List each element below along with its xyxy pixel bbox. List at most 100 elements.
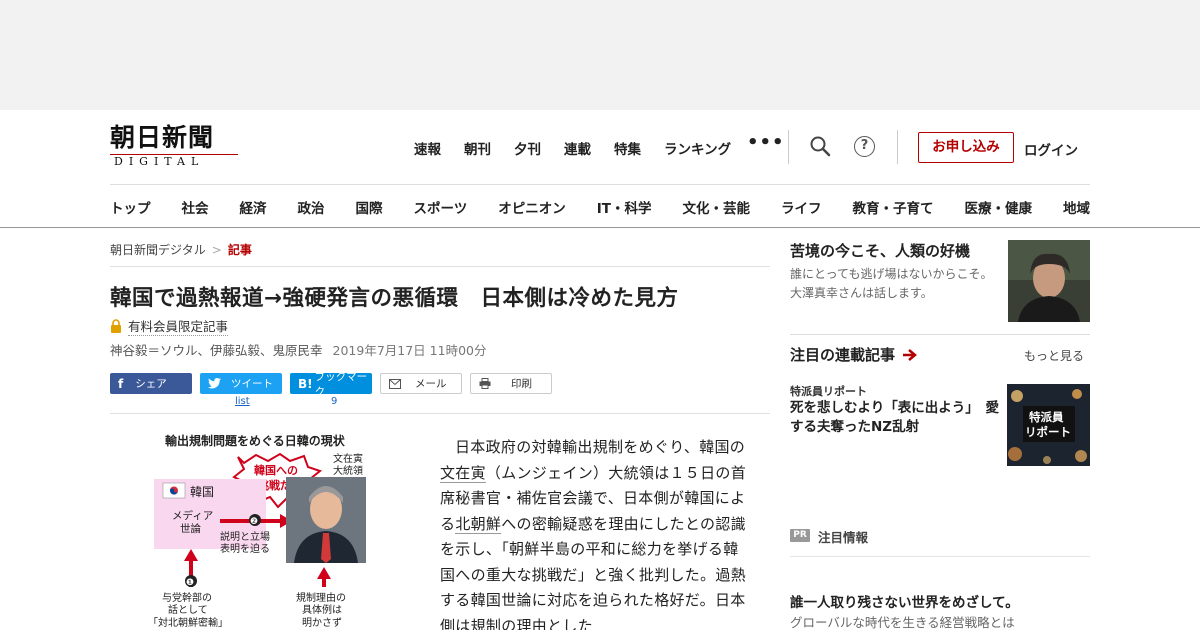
divider	[788, 130, 789, 164]
logo-title: 朝日新聞	[110, 123, 215, 152]
figure-speaker-name: 文在寅	[333, 452, 363, 465]
category-top[interactable]: トップ	[110, 197, 151, 217]
caption1-line3: 「対北朝鮮密輸」	[148, 616, 228, 629]
media-label-1: メディア	[172, 509, 213, 522]
hatena-bookmark-button[interactable]: B! ブックマーク	[290, 371, 372, 398]
divider	[110, 413, 770, 414]
site-header: 朝日新聞 DIGITAL 速報 朝刊 夕刊 連載 特集 ランキング ••• ? …	[0, 110, 1200, 228]
arrowhead-reason	[317, 567, 331, 579]
topnav-item-rensai[interactable]: 連載	[564, 138, 591, 158]
bubble-text-1: 韓国への	[254, 463, 298, 477]
mail-share-button[interactable]: メール	[380, 373, 462, 394]
divider	[790, 556, 1090, 557]
pr-badge: PR	[790, 529, 810, 542]
article-body: 日本政府の対韓輸出規制をめぐり、韓国の文在寅（ムンジェイン）大統領は１５日の首席…	[440, 435, 750, 630]
category-region[interactable]: 地域	[1063, 197, 1090, 217]
print-icon	[479, 378, 491, 389]
serial-section-heading[interactable]: 注目の連載記事	[790, 344, 918, 365]
facebook-share-label: シェア	[135, 378, 167, 390]
serial-tag: 特派員リポート	[790, 385, 867, 398]
category-politics[interactable]: 政治	[298, 197, 325, 217]
twitter-share-button[interactable]: ツイート	[200, 373, 282, 394]
serial-more-link[interactable]: もっと見る	[1024, 347, 1084, 364]
category-society[interactable]: 社会	[182, 197, 209, 217]
category-culture[interactable]: 文化・芸能	[682, 197, 750, 217]
mail-icon	[389, 378, 401, 389]
person-link-moon[interactable]: 文在寅	[440, 463, 486, 483]
facebook-share-button[interactable]: f シェア	[110, 373, 192, 394]
search-icon[interactable]	[809, 135, 831, 157]
site-logo[interactable]: 朝日新聞 DIGITAL	[110, 124, 240, 170]
media-label-2: 世論	[180, 522, 201, 535]
divider	[897, 130, 898, 164]
caption2-line1: 規制理由の	[296, 591, 346, 604]
hatena-bookmark-label: ブックマーク	[314, 370, 368, 398]
topnav-item-yukan[interactable]: 夕刊	[514, 138, 541, 158]
topnav-item-tokushu[interactable]: 特集	[614, 138, 641, 158]
serial-heading-label: 注目の連載記事	[790, 346, 896, 364]
twitter-count[interactable]: list	[235, 396, 250, 407]
hatena-count[interactable]: 9	[331, 396, 337, 407]
breadcrumb-home[interactable]: 朝日新聞デジタル	[110, 243, 206, 257]
lock-icon	[111, 319, 121, 333]
category-health[interactable]: 医療・健康	[964, 197, 1032, 217]
arrow-right-icon	[903, 349, 918, 361]
category-it-science[interactable]: IT・科学	[597, 197, 652, 217]
ad-banner-area	[0, 0, 1200, 110]
explain-label-2: 表明を迫る	[220, 542, 270, 555]
print-label: 印刷	[511, 378, 532, 390]
pr-article-title[interactable]: 誰一人取り残さない世界をめざして。	[790, 591, 1019, 611]
category-nav: トップ 社会 経済 政治 国際 スポーツ オピニオン IT・科学 文化・芸能 ラ…	[110, 197, 1090, 217]
article-date: 2019年7月17日 11時00分	[332, 343, 487, 358]
pr-article-description: グローバルな時代を生きる経営戦略とは	[790, 615, 1015, 630]
breadcrumb-separator: >	[211, 243, 222, 257]
serial-thumbnail[interactable]: 特派員 リポート	[1007, 384, 1090, 466]
step1-number: ❶	[186, 578, 194, 588]
members-only-badge[interactable]: 有料会員限定記事	[110, 316, 229, 336]
serial-article-title[interactable]: 死を悲しむより「表に出よう」 愛する夫奪ったNZ乱射	[790, 399, 1000, 437]
arrowhead-step1	[184, 549, 198, 561]
topnav-item-choukan[interactable]: 朝刊	[464, 138, 491, 158]
thumbnail-label-2: リポート	[1025, 425, 1071, 439]
caption2-line2: 具体例は	[302, 603, 342, 616]
category-opinion[interactable]: オピニオン	[498, 197, 566, 217]
subscribe-button[interactable]: お申し込み	[918, 132, 1014, 163]
logo-subtitle: DIGITAL	[110, 154, 238, 168]
article-infographic[interactable]: 輸出規制問題をめぐる日韓の現状 文在寅 大統領 韓国への 挑戦だ 韓国 メディア…	[110, 427, 420, 630]
thumbnail-label-1: 特派員	[1029, 410, 1064, 424]
breadcrumb-current[interactable]: 記事	[228, 243, 252, 257]
more-menu-icon[interactable]: •••	[747, 132, 785, 153]
category-education[interactable]: 教育・子育て	[852, 197, 933, 217]
topnav-item-sokuho[interactable]: 速報	[414, 138, 441, 158]
header-divider	[110, 184, 1090, 185]
help-icon[interactable]: ?	[854, 136, 875, 157]
body-text-1: 日本政府の対韓輸出規制をめぐり、韓国の	[455, 438, 746, 456]
category-economy[interactable]: 経済	[240, 197, 267, 217]
caption1-line2: 話として	[168, 603, 208, 616]
divider	[110, 266, 770, 267]
twitter-icon	[208, 378, 221, 389]
category-international[interactable]: 国際	[356, 197, 383, 217]
article-title: 韓国で過熱報道→強硬発言の悪循環 日本側は冷めた見方	[110, 286, 679, 311]
figure-speaker-title: 大統領	[333, 464, 363, 477]
hatena-bookmark-icon: B!	[298, 376, 313, 391]
caption1-line1: 与党幹部の	[162, 591, 212, 604]
article-authors: 神谷毅＝ソウル、伊藤弘毅、鬼原民幸	[110, 343, 323, 358]
category-sports[interactable]: スポーツ	[414, 197, 468, 217]
explain-label-1: 説明と立場	[220, 530, 270, 543]
korea-label: 韓国	[190, 485, 214, 499]
print-button[interactable]: 印刷	[470, 373, 552, 394]
breadcrumb: 朝日新聞デジタル > 記事	[110, 241, 252, 258]
feature-title[interactable]: 苦境の今こそ、人類の好機	[790, 240, 970, 261]
login-link[interactable]: ログイン	[1024, 139, 1078, 159]
pr-section-label: 注目情報	[818, 530, 869, 545]
category-life[interactable]: ライフ	[781, 197, 822, 217]
topnav-item-ranking[interactable]: ランキング	[664, 138, 731, 158]
byline: 神谷毅＝ソウル、伊藤弘毅、鬼原民幸 2019年7月17日 11時00分	[110, 340, 486, 359]
members-only-label: 有料会員限定記事	[128, 316, 229, 336]
facebook-icon: f	[118, 376, 124, 391]
topic-link-north-korea[interactable]: 北朝鮮	[455, 514, 502, 534]
divider	[790, 334, 1090, 335]
feature-portrait-photo[interactable]	[1008, 240, 1090, 322]
step2-number: ❷	[250, 517, 258, 527]
